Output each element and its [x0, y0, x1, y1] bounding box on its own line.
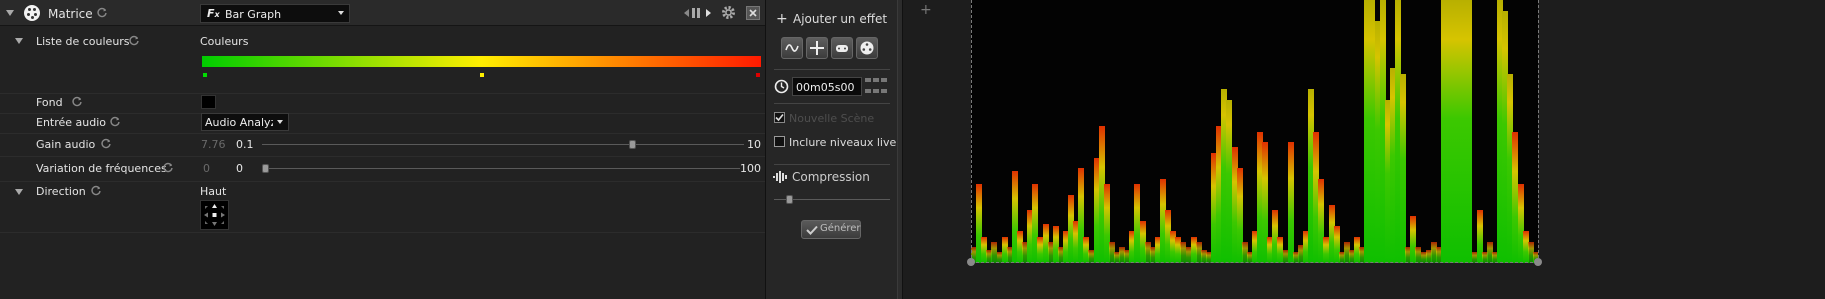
compression-label: Compression: [792, 170, 870, 184]
gamepad-icon: [836, 45, 848, 52]
film-reel-icon: [24, 5, 40, 21]
gain-max-value: 10: [747, 138, 761, 151]
frequency-slider[interactable]: [262, 168, 740, 169]
game-tool-button[interactable]: [831, 37, 853, 59]
audio-input-label: Entrée audio: [36, 116, 107, 129]
plus-icon: +: [776, 11, 788, 27]
color-stop[interactable]: [755, 72, 761, 78]
color-gradient[interactable]: [202, 56, 761, 67]
background-label: Fond: [36, 96, 63, 109]
effect-header: [0, 0, 765, 26]
reset-icon[interactable]: [162, 162, 174, 174]
reset-icon[interactable]: [71, 96, 83, 108]
effect-type-value: Bar Graph: [225, 8, 282, 21]
compression-icon: [773, 171, 787, 183]
resize-handle[interactable]: [1534, 258, 1542, 266]
preview-bottom-edge: [971, 262, 1538, 263]
background-color-swatch[interactable]: [201, 95, 216, 109]
spectrum-bar: [1287, 142, 1294, 263]
include-live-checkbox[interactable]: [774, 136, 785, 147]
time-grid-icon[interactable]: [865, 78, 889, 96]
effect-name: Matrice: [48, 7, 93, 21]
direction-picker[interactable]: [200, 200, 229, 230]
direction-collapse-icon[interactable]: [15, 189, 23, 195]
move-icon: [810, 41, 824, 55]
preview-right-edge: [1538, 0, 1539, 263]
duration-value: 00m05s00: [796, 81, 855, 94]
sine-wave-icon: [785, 44, 799, 52]
film-reel-icon: [860, 41, 874, 55]
properties-panel: Matrice Fx Bar Graph Liste de couleurs C…: [0, 0, 765, 299]
include-live-label: Inclure niveaux live: [789, 136, 897, 149]
frequency-current-value: 0: [203, 162, 210, 175]
colors-label: Liste de couleurs: [36, 35, 130, 48]
audio-input-combo[interactable]: Audio Analyzer: [201, 113, 289, 131]
colors-collapse-icon[interactable]: [15, 38, 23, 44]
collapse-arrow-icon[interactable]: [6, 10, 14, 16]
compression-slider-thumb[interactable]: [786, 195, 793, 204]
gain-min-value: 0.1: [236, 138, 254, 151]
gain-label: Gain audio: [36, 138, 96, 151]
color-stop[interactable]: [202, 72, 208, 78]
checkmark-icon: [806, 225, 818, 235]
frequency-min-value: 0: [236, 162, 243, 175]
clock-icon: [774, 79, 789, 94]
generate-label: Générer: [820, 223, 861, 234]
film-tool-button[interactable]: [856, 37, 878, 59]
reset-icon[interactable]: [96, 7, 108, 19]
previous-icon[interactable]: [684, 9, 689, 17]
fx-icon: Fx: [207, 7, 220, 20]
spectrum-bar: [1466, 0, 1473, 263]
preview-left-edge: [971, 0, 972, 263]
reset-icon[interactable]: [90, 185, 102, 197]
add-preview-button[interactable]: +: [920, 2, 932, 18]
new-scene-checkbox[interactable]: [774, 112, 785, 123]
frequency-max-value: 100: [740, 162, 761, 175]
new-scene-label: Nouvelle Scène: [789, 112, 875, 125]
reset-icon[interactable]: [100, 138, 112, 150]
next-icon[interactable]: [706, 9, 711, 17]
gear-icon[interactable]: [721, 5, 736, 20]
generate-button[interactable]: Générer: [801, 220, 861, 239]
audio-input-value: Audio Analyzer: [205, 116, 273, 129]
reset-icon[interactable]: [128, 35, 140, 47]
effect-type-combo[interactable]: Fx Bar Graph: [200, 4, 350, 23]
close-icon[interactable]: [746, 6, 760, 20]
gain-current-value: 7.76: [201, 138, 226, 151]
wave-tool-button[interactable]: [781, 37, 803, 59]
colors-header: Couleurs: [200, 35, 249, 48]
frequency-variation-label: Variation de fréquences: [36, 162, 167, 175]
move-tool-button[interactable]: [806, 37, 828, 59]
matrix-preview: [971, 0, 1538, 263]
gain-slider-thumb[interactable]: [629, 140, 637, 149]
resize-handle[interactable]: [967, 258, 975, 266]
add-effect-button[interactable]: Ajouter un effet: [793, 12, 887, 26]
reset-icon[interactable]: [109, 116, 121, 128]
direction-value: Haut: [200, 185, 227, 198]
direction-label: Direction: [36, 185, 86, 198]
color-stop[interactable]: [478, 72, 485, 78]
pause-icon[interactable]: [692, 8, 695, 18]
effects-panel: + Ajouter un effet 00m05s00 Nouvelle Scè…: [765, 0, 897, 299]
duration-input[interactable]: 00m05s00: [792, 77, 862, 96]
gain-slider[interactable]: [262, 144, 744, 145]
frequency-slider-thumb[interactable]: [262, 164, 269, 173]
spectrum-bar: [1400, 73, 1407, 263]
